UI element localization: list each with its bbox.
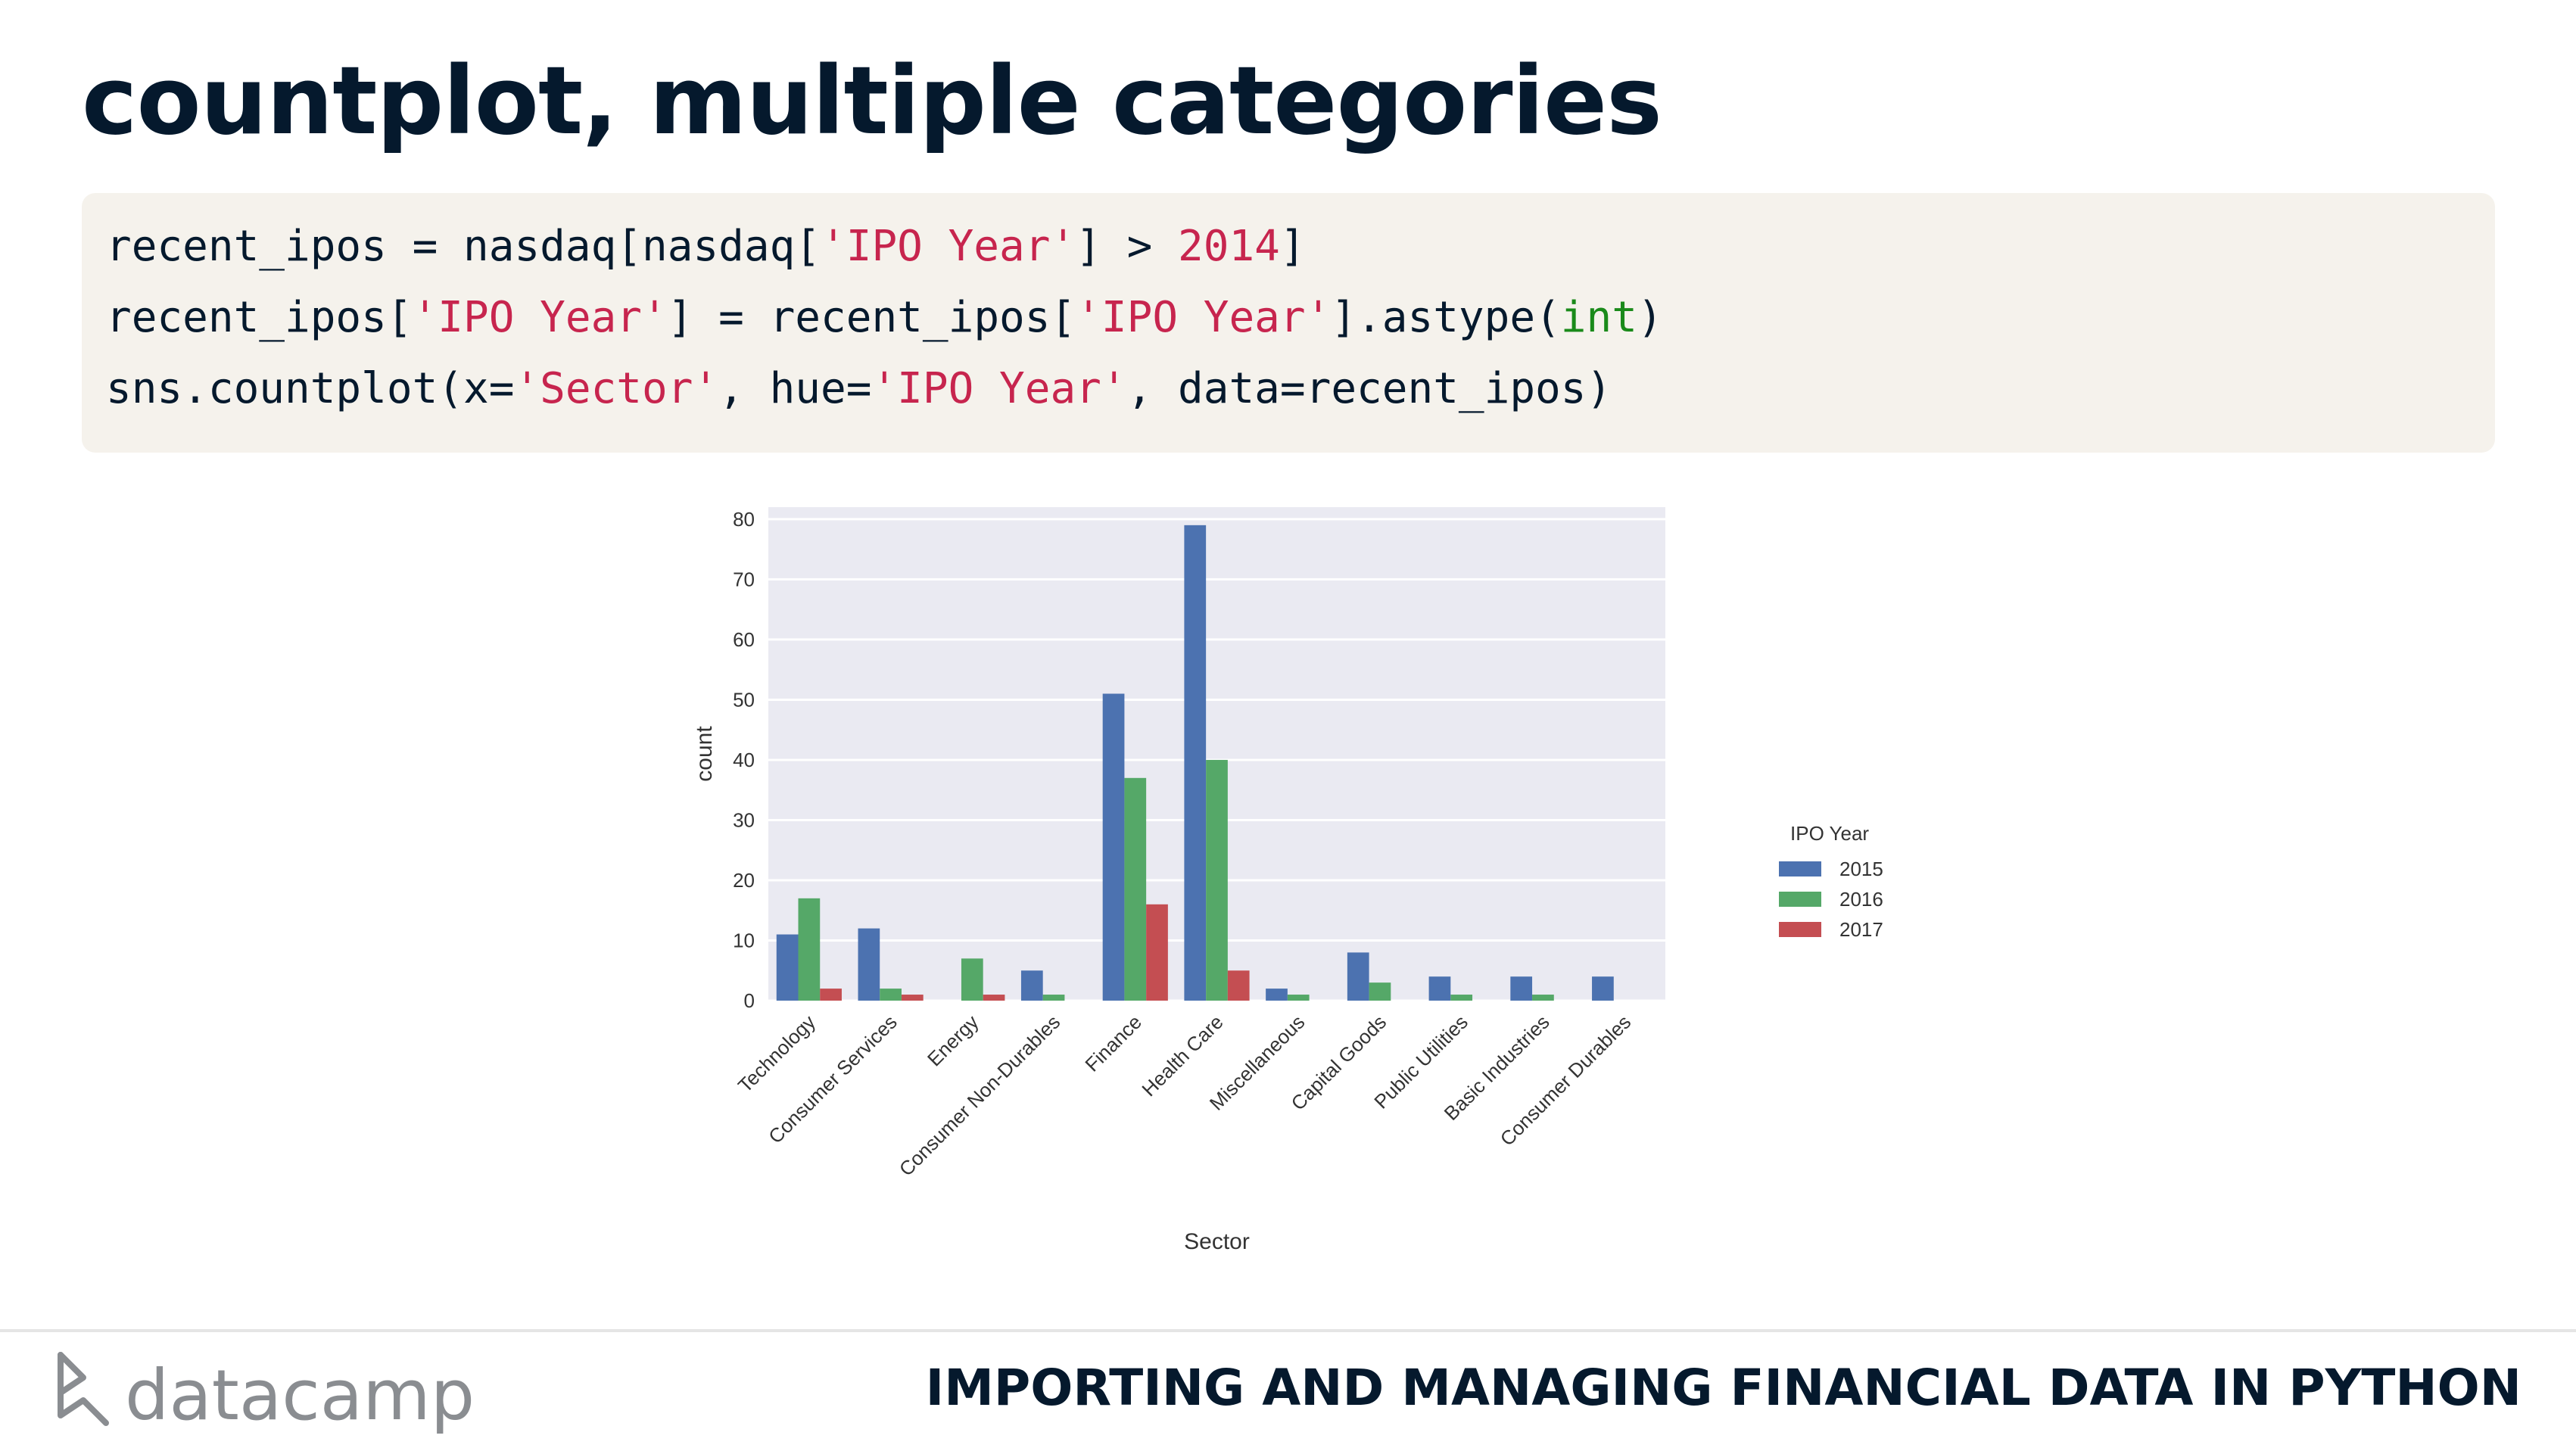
legend-label: 2015	[1839, 858, 1883, 880]
code-token: 2014	[1178, 222, 1280, 271]
y-tick-label: 0	[744, 989, 755, 1012]
bar	[798, 898, 821, 1001]
y-tick-label: 10	[733, 929, 755, 951]
code-token: 'IPO Year'	[821, 222, 1076, 271]
bar	[1510, 976, 1533, 1001]
x-tick-label: Energy	[923, 1010, 983, 1070]
code-line-1: recent_ipos = nasdaq[nasdaq['IPO Year'] …	[106, 222, 1306, 271]
countplot-chart: 01020304050607080TechnologyConsumer Serv…	[692, 507, 1883, 1254]
bar	[880, 989, 902, 1001]
bar	[1428, 976, 1451, 1001]
y-tick-label: 70	[733, 568, 755, 590]
bar	[983, 995, 1005, 1001]
code-token: , data=recent_ipos)	[1126, 364, 1612, 413]
bar	[1227, 970, 1250, 1001]
legend-swatch	[1779, 922, 1821, 937]
legend-swatch	[1779, 861, 1821, 877]
bar	[820, 989, 842, 1001]
x-tick-label: Consumer Non-Durables	[895, 1010, 1065, 1181]
bar	[776, 934, 799, 1001]
code-block: recent_ipos = nasdaq[nasdaq['IPO Year'] …	[82, 193, 2495, 453]
bar	[1042, 995, 1065, 1001]
bar	[1369, 982, 1391, 1001]
y-tick-label: 60	[733, 628, 755, 651]
datacamp-logo-icon	[58, 1352, 109, 1426]
code-token: ].astype(	[1331, 293, 1561, 342]
course-title: IMPORTING AND MANAGING FINANCIAL DATA IN…	[925, 1359, 2521, 1417]
code-token: )	[1637, 293, 1663, 342]
code-token: sns.countplot(x=	[106, 364, 515, 413]
bar	[1592, 976, 1614, 1001]
y-tick-label: 80	[733, 508, 755, 531]
code-line-2: recent_ipos['IPO Year'] = recent_ipos['I…	[106, 293, 1663, 342]
x-tick-label: Technology	[734, 1010, 820, 1097]
legend-label: 2016	[1839, 888, 1883, 911]
footer-divider	[0, 1329, 2576, 1332]
legend-label: 2017	[1839, 918, 1883, 941]
bar	[1450, 995, 1473, 1001]
code-token: , hue=	[718, 364, 872, 413]
code-token: 'Sector'	[514, 364, 719, 413]
code-token: ] >	[1076, 222, 1179, 271]
bar	[901, 995, 924, 1001]
code-line-3: sns.countplot(x='Sector', hue='IPO Year'…	[106, 364, 1612, 413]
y-axis-label: count	[692, 726, 717, 782]
bar	[1184, 525, 1207, 1001]
code-token: int	[1560, 293, 1637, 342]
legend-title: IPO Year	[1790, 822, 1869, 845]
y-tick-label: 20	[733, 869, 755, 892]
bar	[858, 928, 880, 1001]
code-token: 'IPO Year'	[412, 293, 668, 342]
y-tick-label: 50	[733, 688, 755, 711]
y-tick-label: 30	[733, 808, 755, 831]
bar	[1206, 759, 1228, 1001]
brand-name: datacamp	[125, 1355, 475, 1436]
bar	[1347, 952, 1369, 1001]
code-token: recent_ipos[	[106, 293, 413, 342]
bar	[1287, 995, 1310, 1001]
bar	[1020, 970, 1043, 1001]
x-tick-label: Finance	[1080, 1010, 1146, 1076]
code-token: ] = recent_ipos[	[667, 293, 1076, 342]
code-token: recent_ipos = nasdaq[nasdaq[	[106, 222, 821, 271]
x-tick-label: Health Care	[1137, 1010, 1227, 1101]
bar	[961, 958, 983, 1001]
code-token: 'IPO Year'	[1076, 293, 1332, 342]
legend-swatch	[1779, 892, 1821, 907]
bar	[1266, 989, 1288, 1001]
bar	[1146, 904, 1168, 1001]
slide-title: countplot, multiple categories	[82, 47, 1662, 156]
bar	[1532, 995, 1554, 1001]
bar	[1102, 693, 1125, 1001]
code-token: ]	[1279, 222, 1306, 271]
bar	[1124, 777, 1147, 1001]
y-tick-label: 40	[733, 749, 755, 771]
x-axis-label: Sector	[1184, 1229, 1250, 1254]
code-token: 'IPO Year'	[871, 364, 1127, 413]
